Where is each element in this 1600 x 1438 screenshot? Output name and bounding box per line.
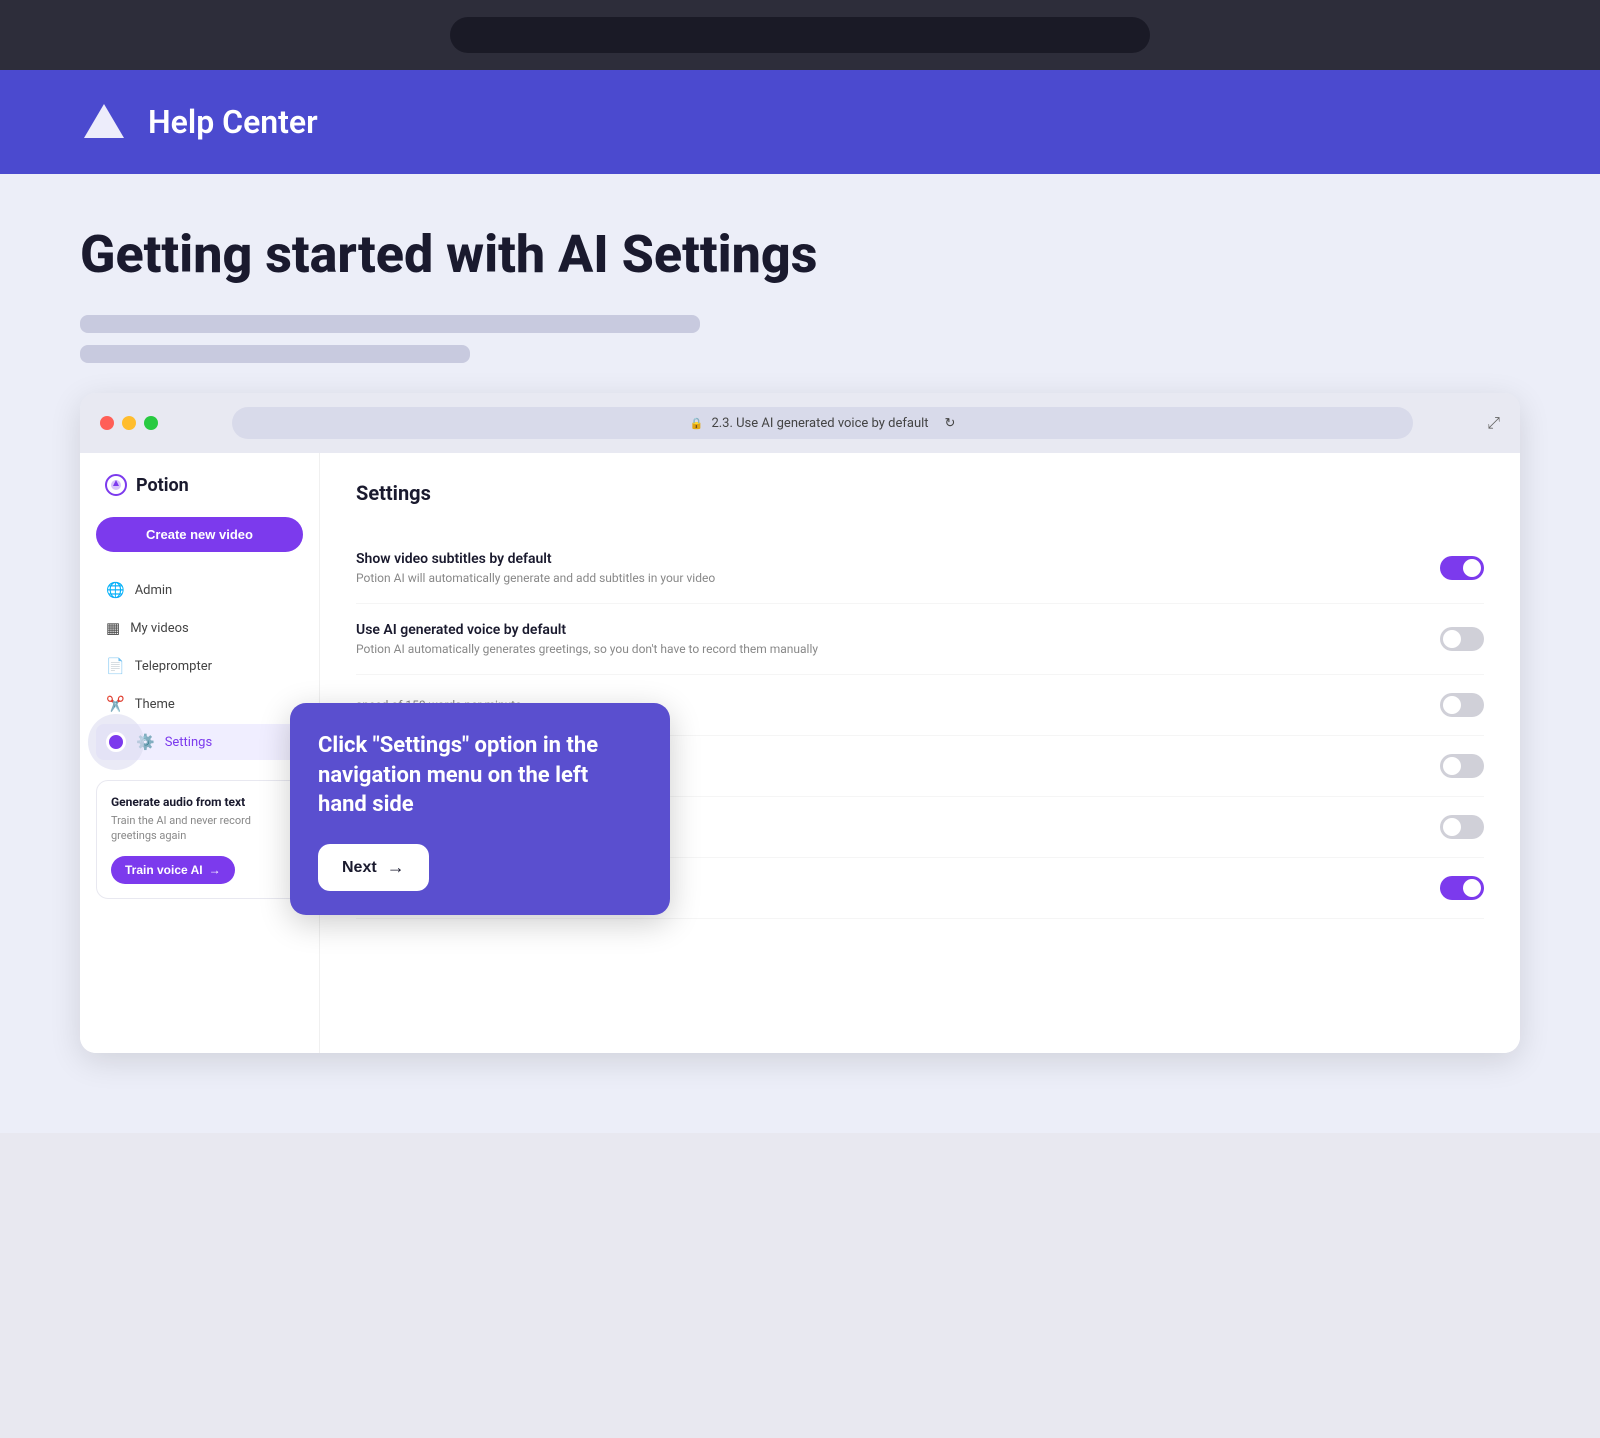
next-label: Next (342, 859, 377, 877)
sidebar-card-title: Generate audio from text (111, 795, 288, 809)
toggle-knob-countdown (1463, 879, 1481, 897)
sidebar-logo: Potion (96, 473, 303, 497)
sidebar-item-theme-label: Theme (135, 697, 175, 712)
toggle-knob-ai-voice (1443, 630, 1461, 648)
toggle-subtitles[interactable] (1440, 556, 1484, 580)
traffic-light-red[interactable] (100, 416, 114, 430)
help-header: Help Center (0, 70, 1600, 174)
help-center-title: Help Center (148, 103, 318, 141)
setting-desc-subtitles: Potion AI will automatically generate an… (356, 571, 715, 585)
sidebar-item-my-videos[interactable]: ▦ My videos (96, 610, 303, 646)
sidebar-item-settings[interactable]: ⚙️ Settings (96, 724, 303, 760)
browser-url-bar: 🔒 2.3. Use AI generated voice by default… (232, 407, 1413, 439)
refresh-icon[interactable]: ↻ (945, 416, 956, 431)
spotlight-circle (88, 714, 144, 770)
train-voice-ai-button[interactable]: Train voice AI → (111, 856, 235, 884)
toggle-knob-subtitles (1463, 559, 1481, 577)
train-btn-label: Train voice AI (125, 863, 203, 877)
page-title: Getting started with AI Settings (80, 224, 1520, 285)
skeleton-bar-long (80, 315, 700, 333)
traffic-light-green[interactable] (144, 416, 158, 430)
browser-address-bar (450, 17, 1150, 53)
toggle-ai-voice[interactable] (1440, 627, 1484, 651)
sidebar-item-teleprompter-label: Teleprompter (135, 659, 212, 674)
sidebar-card-desc: Train the AI and never record greetings … (111, 813, 288, 844)
sidebar-item-admin[interactable]: 🌐 Admin (96, 572, 303, 608)
sidebar-item-admin-label: Admin (135, 583, 173, 598)
tooltip-text: Click "Settings" option in the navigatio… (318, 731, 642, 820)
my-videos-icon: ▦ (106, 619, 120, 637)
main-content: Getting started with AI Settings 🔒 2.3. … (0, 174, 1600, 1133)
sidebar-generate-audio-card: Generate audio from text Train the AI an… (96, 780, 303, 899)
toggle-extra[interactable] (1440, 815, 1484, 839)
settings-panel-title: Settings (356, 481, 1484, 505)
next-button[interactable]: Next → (318, 844, 429, 891)
help-logo-icon (80, 98, 128, 146)
setting-desc-ai-voice: Potion AI automatically generates greeti… (356, 642, 818, 656)
setting-label-ai-voice: Use AI generated voice by default (356, 622, 818, 638)
setting-info-subtitles: Show video subtitles by default Potion A… (356, 551, 715, 585)
toggle-knob-speed (1443, 696, 1461, 714)
spotlight-dot (106, 732, 126, 752)
setting-label-subtitles: Show video subtitles by default (356, 551, 715, 567)
train-btn-arrow: → (209, 863, 221, 877)
browser-chrome: 🔒 2.3. Use AI generated voice by default… (80, 393, 1520, 453)
create-new-video-button[interactable]: Create new video (96, 517, 303, 552)
url-bar-text: 2.3. Use AI generated voice by default (711, 416, 928, 431)
browser-bar (0, 0, 1600, 70)
toggle-speed[interactable] (1440, 693, 1484, 717)
setting-row-ai-voice: Use AI generated voice by default Potion… (356, 604, 1484, 675)
setting-row-subtitles: Show video subtitles by default Potion A… (356, 533, 1484, 604)
teleprompter-icon: 📄 (106, 657, 125, 675)
next-arrow-icon: → (387, 857, 405, 878)
sidebar: Potion Create new video 🌐 Admin ▦ My vid… (80, 453, 320, 1053)
expand-icon[interactable]: ⤢ (1487, 413, 1500, 433)
sidebar-logo-text: Potion (136, 475, 189, 496)
toggle-knob-extra (1443, 818, 1461, 836)
traffic-light-yellow[interactable] (122, 416, 136, 430)
traffic-lights (100, 416, 158, 430)
sidebar-item-my-videos-label: My videos (130, 621, 189, 636)
sidebar-item-teleprompter[interactable]: 📄 Teleprompter (96, 648, 303, 684)
skeleton-bar-medium (80, 345, 470, 363)
theme-icon: ✂️ (106, 695, 125, 713)
sidebar-logo-icon (104, 473, 128, 497)
sidebar-item-settings-label: Settings (165, 735, 212, 750)
lock-icon: 🔒 (690, 417, 704, 430)
toggle-knob-distance (1443, 757, 1461, 775)
admin-icon: 🌐 (106, 581, 125, 599)
toggle-countdown[interactable] (1440, 876, 1484, 900)
toggle-distance[interactable] (1440, 754, 1484, 778)
browser-window: 🔒 2.3. Use AI generated voice by default… (80, 393, 1520, 1053)
tooltip-popup: Click "Settings" option in the navigatio… (290, 703, 670, 915)
setting-info-ai-voice: Use AI generated voice by default Potion… (356, 622, 818, 656)
